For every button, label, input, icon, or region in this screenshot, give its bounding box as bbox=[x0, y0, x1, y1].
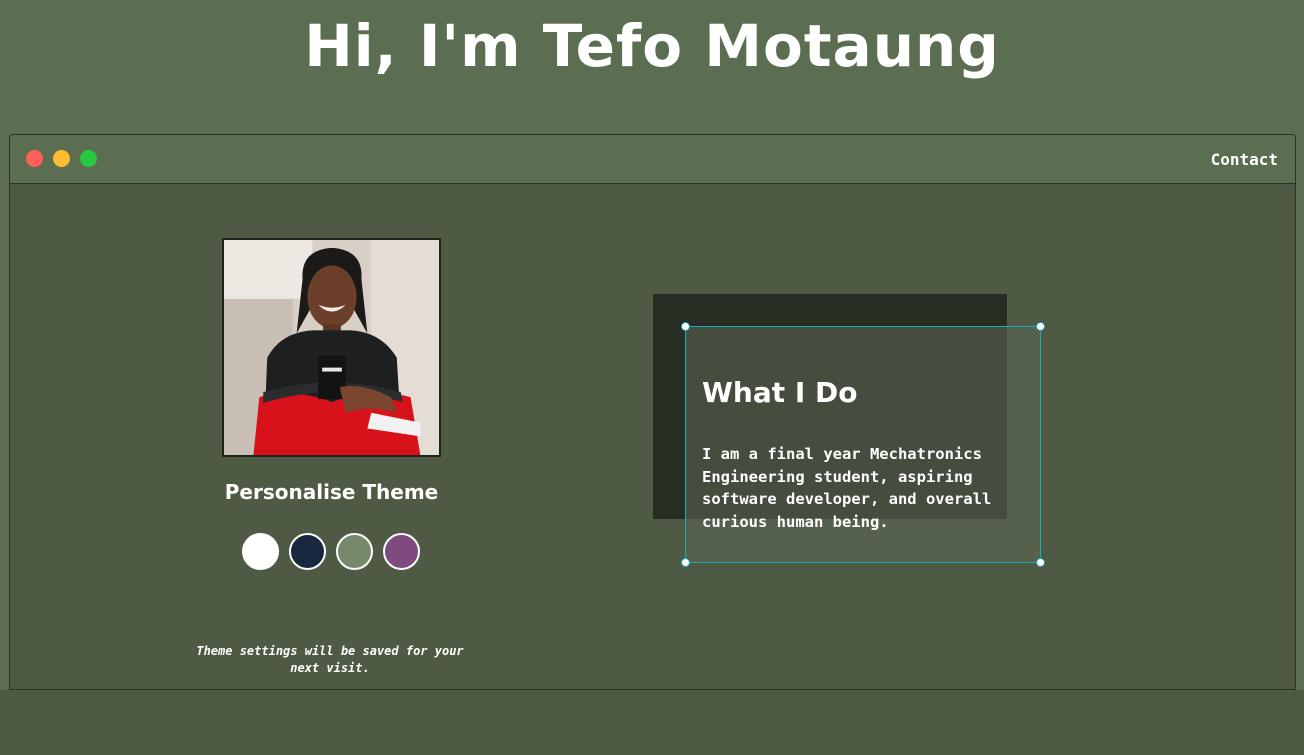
what-i-do-title: What I Do bbox=[702, 376, 858, 409]
what-i-do-text: I am a final year Mechatronics Engineeri… bbox=[702, 445, 992, 531]
app-window: Contact Personalise Theme Theme settings… bbox=[9, 134, 1296, 690]
personalise-theme-heading: Personalise Theme bbox=[224, 480, 439, 504]
theme-swatch-dark-blue[interactable] bbox=[289, 533, 326, 570]
resize-handle-top-left[interactable] bbox=[681, 322, 690, 331]
what-i-do-card[interactable]: What I Do I am a final year Mechatronics… bbox=[681, 322, 1045, 567]
theme-note: Theme settings will be saved for your ne… bbox=[196, 644, 464, 675]
theme-swatch-green[interactable] bbox=[336, 533, 373, 570]
theme-swatch-light[interactable] bbox=[242, 533, 279, 570]
close-window-button[interactable] bbox=[26, 150, 43, 167]
contact-link[interactable]: Contact bbox=[1211, 150, 1278, 169]
resize-handle-bottom-left[interactable] bbox=[681, 558, 690, 567]
hero-title: Hi, I'm Tefo Motaung bbox=[304, 12, 1000, 80]
window-titlebar: Contact bbox=[10, 135, 1295, 184]
page: Hi, I'm Tefo Motaung Contact Personalise… bbox=[0, 0, 1304, 755]
maximize-window-button[interactable] bbox=[80, 150, 97, 167]
minimize-window-button[interactable] bbox=[53, 150, 70, 167]
profile-photo bbox=[222, 238, 441, 457]
person-photo-icon bbox=[224, 240, 439, 455]
resize-handle-bottom-right[interactable] bbox=[1036, 558, 1045, 567]
page-footer-band bbox=[0, 690, 1304, 755]
theme-swatch-purple[interactable] bbox=[383, 533, 420, 570]
resize-handle-top-right[interactable] bbox=[1036, 322, 1045, 331]
